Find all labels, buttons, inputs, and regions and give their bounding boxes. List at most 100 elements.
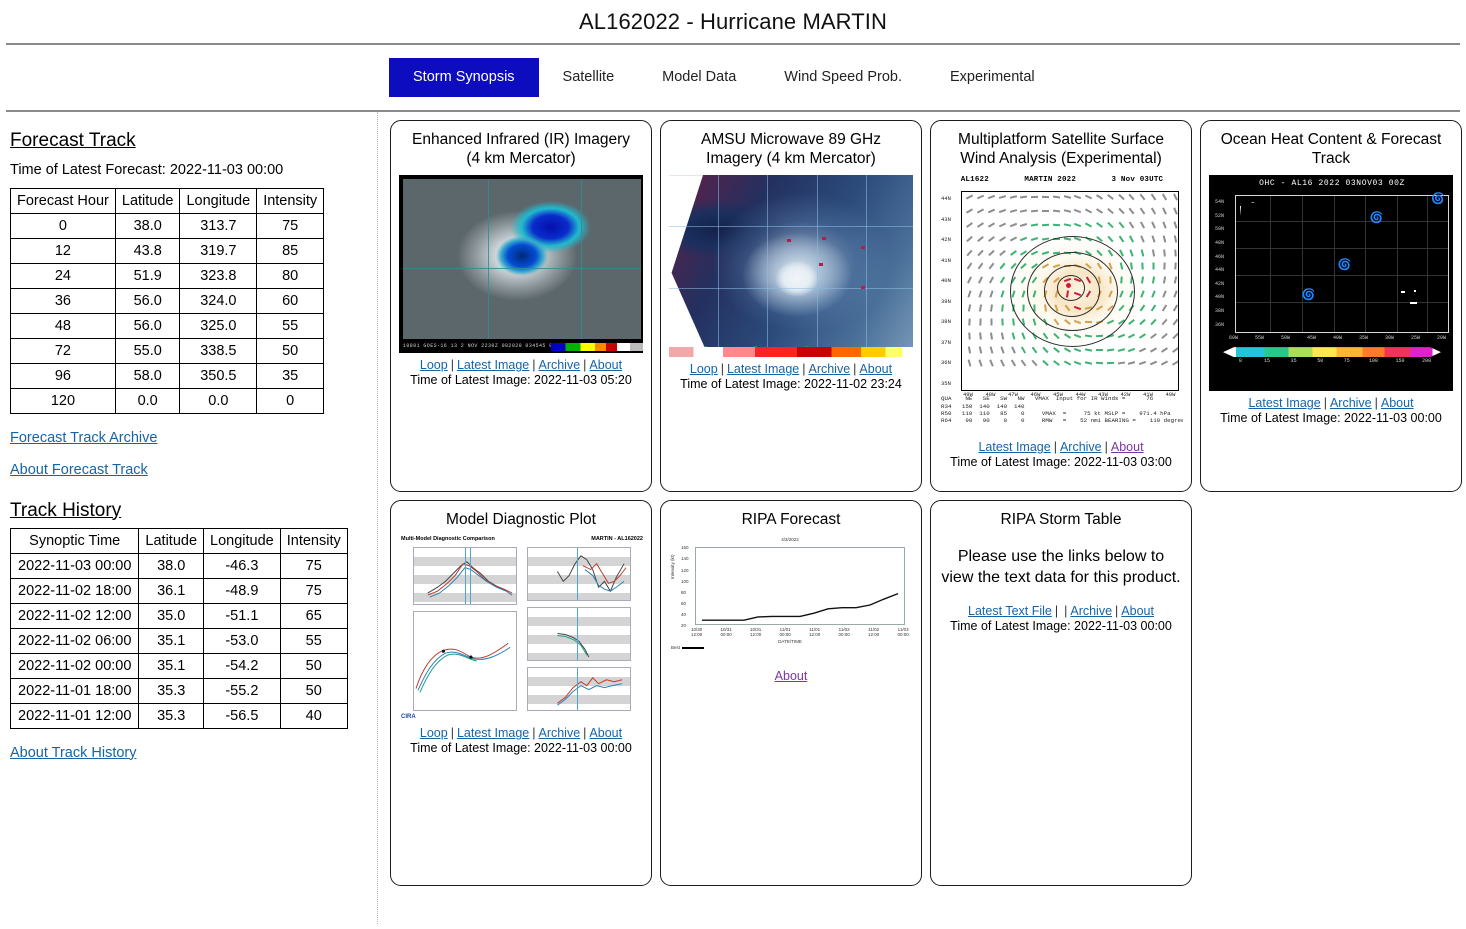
ripa-x-tick: 11/03 00:00 (897, 627, 909, 638)
tab-model-data[interactable]: Model Data (638, 58, 760, 97)
wind-barb (987, 208, 996, 214)
wind-barb (1150, 193, 1157, 201)
wind-barb (1074, 361, 1082, 366)
ripa-about-link[interactable]: About (775, 669, 808, 683)
wind-barb (1063, 223, 1071, 227)
wind-barb (979, 332, 982, 340)
wind-barb (1020, 209, 1028, 213)
mdp-plot-title-right: MARTIN - AL162022 (591, 536, 643, 543)
ripa-y-tick: 20 (681, 623, 687, 629)
table-cell: 313.7 (179, 212, 258, 239)
wind-barb (1052, 209, 1060, 213)
wind-barb (1162, 235, 1167, 243)
table-cell: -46.3 (203, 552, 281, 579)
table-cell: 38.0 (138, 552, 205, 579)
wind-barb (1085, 222, 1093, 228)
mdp-archive-link[interactable]: Archive (538, 726, 580, 740)
ir-loop-link[interactable]: Loop (420, 358, 448, 372)
ir-archive-link[interactable]: Archive (538, 358, 580, 372)
ohc-x-tick: 20W (1437, 335, 1447, 342)
about-forecast-track-link[interactable]: About Forecast Track (10, 462, 367, 478)
wind-barb (1095, 348, 1103, 351)
wind-y-tick: 39N (941, 297, 951, 305)
forecast-track-archive-link[interactable]: Forecast Track Archive (10, 430, 367, 446)
mdp-timestamp: Time of Latest Image: 2022-11-03 00:00 (410, 741, 632, 756)
wind-about-link[interactable]: About (1111, 440, 1144, 454)
wind-plot-footer: QUA NE SE SW NW VMAX Input for IR Winds … (941, 395, 1183, 425)
ir-satellite-image[interactable]: 10801 GOES-16 13 2 NOV 2230Z 082020 0345… (399, 175, 643, 354)
wind-barb (1041, 223, 1049, 227)
wind-barb (1117, 194, 1125, 201)
wind-latest-image-link[interactable]: Latest Image (978, 440, 1050, 454)
wind-barb (1160, 346, 1168, 353)
table-row: 12 43.8 319.7 85 (10, 237, 325, 264)
wind-barb (966, 235, 974, 242)
ohc-archive-link[interactable]: Archive (1330, 396, 1372, 410)
wind-barb (1139, 304, 1146, 312)
tab-experimental[interactable]: Experimental (926, 58, 1059, 97)
ohc-latest-image-link[interactable]: Latest Image (1248, 396, 1320, 410)
table-cell: 2022-11-02 12:00 (9, 602, 140, 629)
ripa-latest-text-file-link[interactable]: Latest Text File (968, 604, 1052, 618)
wind-y-tick: 36N (941, 359, 951, 367)
amsu-latest-image-link[interactable]: Latest Image (727, 362, 799, 376)
ohc-y-tick: 52N (1215, 212, 1225, 219)
tab-storm-synopsis[interactable]: Storm Synopsis (389, 58, 539, 97)
ir-color-scale (551, 343, 643, 352)
wind-barb (1041, 195, 1049, 199)
ohc-y-tick: 36N (1215, 321, 1225, 328)
mdp-latest-image-link[interactable]: Latest Image (457, 726, 529, 740)
tab-satellite[interactable]: Satellite (539, 58, 639, 97)
ohc-about-link[interactable]: About (1381, 396, 1414, 410)
table-cell: 35.3 (138, 677, 205, 704)
wind-barb (966, 208, 974, 214)
wind-barb (968, 304, 972, 312)
ripa-table-about-link[interactable]: About (1121, 604, 1154, 618)
amsu-loop-link[interactable]: Loop (690, 362, 718, 376)
wind-barb (1030, 223, 1039, 227)
ripa-table-archive-link[interactable]: Archive (1070, 604, 1112, 618)
amsu-about-link[interactable]: About (859, 362, 892, 376)
ripa-x-tick: 10/31 00:00 (720, 627, 732, 638)
table-row: 2022-11-02 06:00 35.1 -53.0 55 (9, 627, 348, 654)
ohc-colorbar-tick: 150 (1395, 358, 1405, 365)
forecast-track-heading: Forecast Track (10, 129, 136, 151)
ripa-y-tick: 120 (681, 567, 689, 573)
ir-about-link[interactable]: About (589, 358, 622, 372)
tab-wind-speed-prob[interactable]: Wind Speed Prob. (760, 58, 926, 97)
wind-barb (1074, 347, 1082, 352)
main-content: Enhanced Infrared (IR) Imagery (4 km Mer… (378, 112, 1466, 924)
wind-barb (1095, 208, 1103, 214)
track-history-body: 2022-11-03 00:00 38.0 -46.3 75 2022-11-02 18… (9, 552, 348, 729)
wind-barb (1106, 362, 1114, 365)
amsu-microwave-image[interactable] (669, 175, 913, 358)
wind-barb (1151, 290, 1156, 298)
amsu-archive-link[interactable]: Archive (808, 362, 850, 376)
wind-barb (978, 290, 983, 298)
wind-barb (1106, 348, 1114, 352)
table-cell: 75 (279, 552, 348, 579)
table-row: 0 38.0 313.7 75 (10, 212, 325, 239)
ripa-links: About (669, 669, 913, 683)
ripa-forecast-chart[interactable]: 4/3/2022 Intensity (kt) 20 40 60 80 100 120 14… (669, 535, 913, 654)
table-cell: -54.2 (203, 652, 281, 679)
wind-barb (1010, 345, 1016, 354)
wind-archive-link[interactable]: Archive (1060, 440, 1102, 454)
wind-barb (1139, 318, 1146, 325)
model-diagnostic-image[interactable]: Multi-Model Diagnostic Comparison MARTIN… (399, 535, 643, 722)
wind-barb (998, 222, 1006, 228)
card-title-mdp: Model Diagnostic Plot (446, 510, 596, 528)
mdp-about-link[interactable]: About (589, 726, 622, 740)
wind-barb (1052, 223, 1060, 227)
wind-barb (977, 249, 984, 256)
ohc-image[interactable]: OHC - AL16 2022 03NOV03 00Z 🌀 🌀 🌀 🌀 54N … (1209, 175, 1453, 392)
wind-barb (1011, 318, 1015, 326)
mdp-loop-link[interactable]: Loop (420, 726, 448, 740)
ir-latest-image-link[interactable]: Latest Image (457, 358, 529, 372)
wind-barb (998, 249, 1006, 256)
wind-barb (1095, 221, 1103, 228)
ripa-x-tick: 11/02 12:00 (868, 627, 880, 638)
wind-barb (1009, 249, 1017, 256)
about-track-history-link[interactable]: About Track History (10, 745, 367, 761)
wind-analysis-image[interactable]: AL1622 MARTIN 2022 3 Nov 03UTC 44N 43N 4… (939, 175, 1183, 436)
